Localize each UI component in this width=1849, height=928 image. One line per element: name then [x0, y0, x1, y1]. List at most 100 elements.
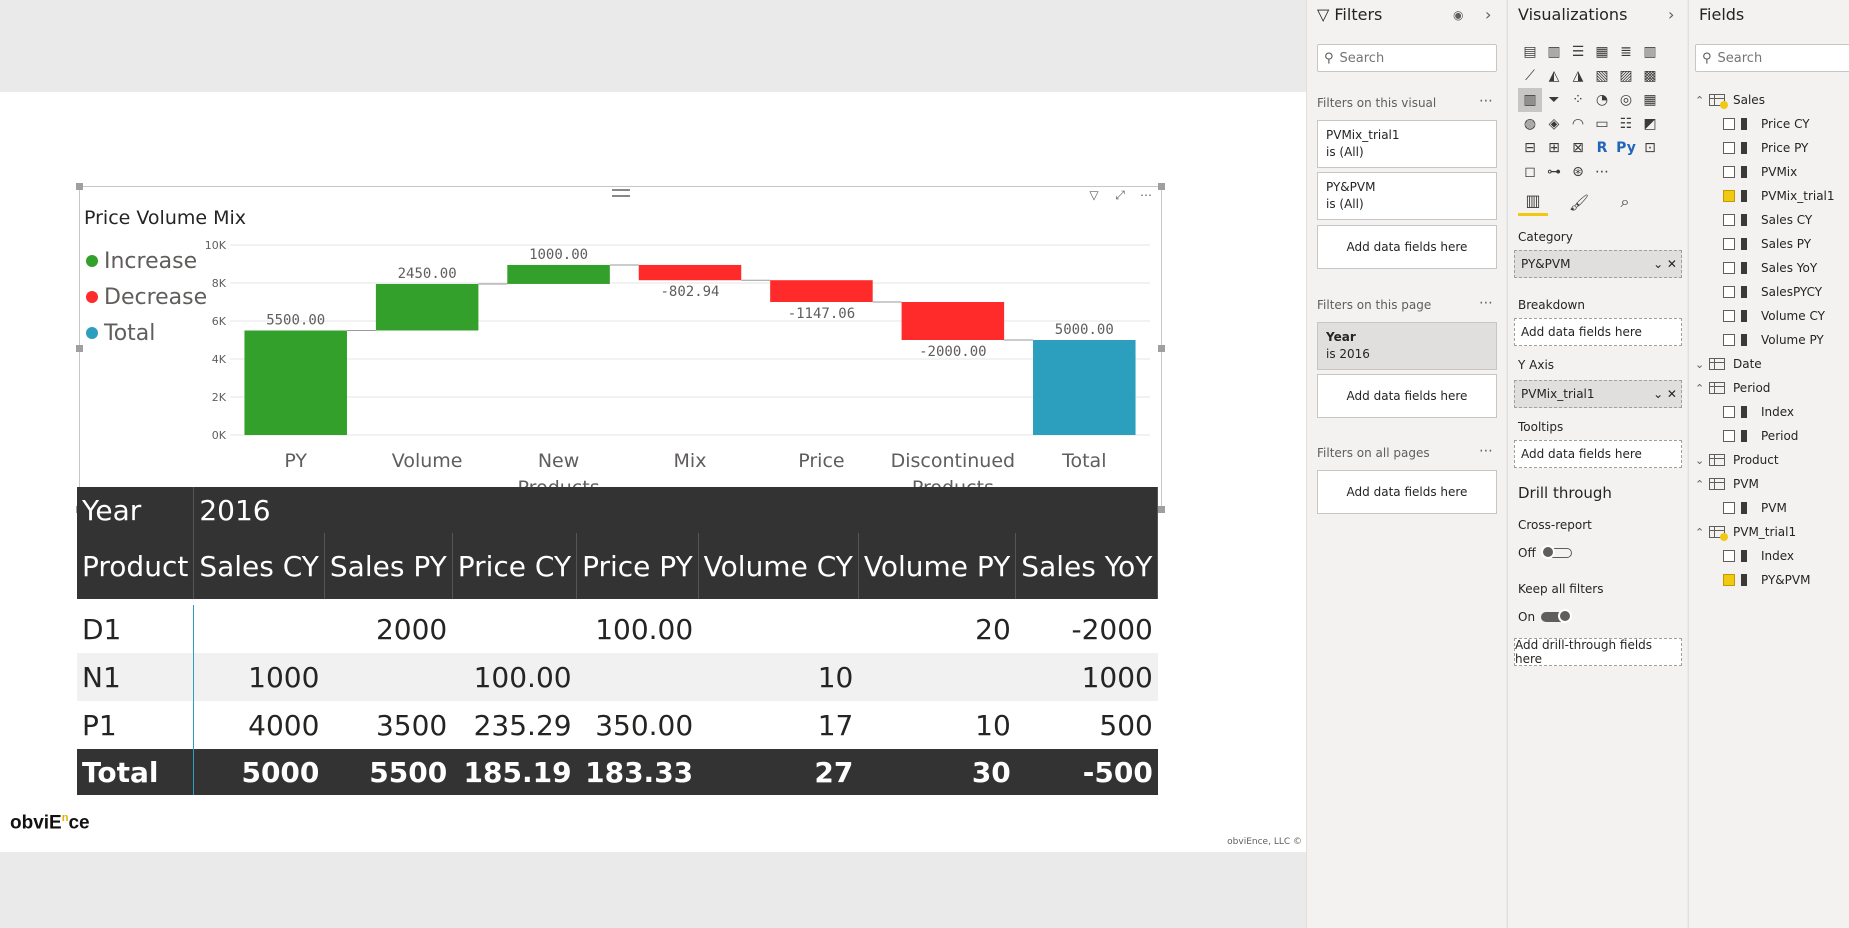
legend-item-increase[interactable]: Increase: [86, 243, 207, 279]
fields-search[interactable]: ⚲: [1695, 44, 1849, 72]
field-item[interactable]: PVM: [1695, 496, 1849, 520]
field-item[interactable]: Sales PY: [1695, 232, 1849, 256]
line-column-icon[interactable]: ▧: [1590, 64, 1614, 88]
gauge-icon[interactable]: ◠: [1566, 112, 1590, 136]
field-checkbox[interactable]: [1723, 214, 1735, 226]
stacked-column-icon[interactable]: ▥: [1542, 40, 1566, 64]
analytics-tab-icon[interactable]: ⌕: [1610, 188, 1640, 216]
drill-through-well[interactable]: Add drill-through fields here: [1514, 638, 1682, 666]
field-checkbox[interactable]: [1723, 262, 1735, 274]
treemap-icon[interactable]: ▦: [1638, 88, 1662, 112]
add-fields-drop[interactable]: Add data fields here: [1317, 374, 1497, 418]
more-options-icon[interactable]: ⋯: [1479, 295, 1493, 311]
line-stacked-column-icon[interactable]: ▨: [1614, 64, 1638, 88]
waterfall-bar[interactable]: [901, 302, 1005, 340]
drag-grip-icon[interactable]: [612, 189, 630, 197]
waterfall-bar[interactable]: [507, 264, 610, 284]
field-item[interactable]: Index: [1695, 544, 1849, 568]
field-item[interactable]: PVMix_trial1: [1695, 184, 1849, 208]
column-header[interactable]: Sales YoY: [1015, 533, 1159, 599]
more-visuals-icon[interactable]: ⋯: [1590, 160, 1614, 184]
field-item[interactable]: Volume PY: [1695, 328, 1849, 352]
filter-card-year[interactable]: Year is 2016: [1317, 322, 1497, 370]
slicer-icon[interactable]: ⊟: [1518, 136, 1542, 160]
filter-icon[interactable]: ▽: [1087, 188, 1101, 202]
field-checkbox[interactable]: [1723, 142, 1735, 154]
year-value[interactable]: 2016: [193, 487, 1159, 533]
column-header[interactable]: Product: [77, 533, 195, 599]
card-icon[interactable]: ▭: [1590, 112, 1614, 136]
resize-handle[interactable]: [1158, 506, 1165, 513]
more-options-icon[interactable]: ⋯: [1479, 443, 1493, 459]
focus-mode-icon[interactable]: ⤢: [1113, 188, 1127, 202]
field-checkbox[interactable]: [1723, 550, 1735, 562]
resize-handle[interactable]: [1158, 183, 1165, 190]
resize-handle[interactable]: [76, 345, 83, 352]
stacked-area-icon[interactable]: ◮: [1566, 64, 1590, 88]
filled-map-icon[interactable]: ◈: [1542, 112, 1566, 136]
filters-search-input[interactable]: [1339, 50, 1496, 66]
breakdown-well[interactable]: Add data fields here: [1514, 318, 1682, 346]
qna-icon[interactable]: ◻: [1518, 160, 1542, 184]
field-checkbox[interactable]: [1723, 118, 1735, 130]
field-item[interactable]: PY&PVM: [1695, 568, 1849, 592]
field-checkbox[interactable]: [1723, 502, 1735, 514]
collapse-chevron-icon[interactable]: ›: [1668, 5, 1674, 24]
field-checkbox[interactable]: [1723, 406, 1735, 418]
table-row[interactable]: N1 1000 100.00 10 1000: [77, 653, 1158, 701]
field-item[interactable]: PVMix: [1695, 160, 1849, 184]
table-node[interactable]: ⌃ PVM: [1695, 472, 1849, 496]
field-item[interactable]: Sales CY: [1695, 208, 1849, 232]
chevron-up-icon[interactable]: ⌃: [1695, 526, 1709, 539]
r-visual-icon[interactable]: R: [1590, 136, 1614, 160]
multi-row-card-icon[interactable]: ☷: [1614, 112, 1638, 136]
more-options-icon[interactable]: ⋯: [1139, 188, 1153, 202]
waterfall-bar[interactable]: [1033, 340, 1136, 435]
decomposition-tree-icon[interactable]: ⊶: [1542, 160, 1566, 184]
field-checkbox[interactable]: [1723, 574, 1735, 586]
field-item[interactable]: Price CY: [1695, 112, 1849, 136]
waterfall-bar[interactable]: [770, 280, 873, 302]
category-well[interactable]: PY&PVM ⌄ ✕: [1514, 250, 1682, 278]
fields-search-input[interactable]: [1717, 50, 1849, 66]
field-item[interactable]: SalesPYCY: [1695, 280, 1849, 304]
field-item[interactable]: Price PY: [1695, 136, 1849, 160]
scatter-icon[interactable]: ⁘: [1566, 88, 1590, 112]
field-checkbox[interactable]: [1723, 238, 1735, 250]
field-item[interactable]: Volume CY: [1695, 304, 1849, 328]
field-checkbox[interactable]: [1723, 286, 1735, 298]
ribbon-chart-icon[interactable]: ▩: [1638, 64, 1662, 88]
table-node[interactable]: ⌃ Period: [1695, 376, 1849, 400]
chevron-down-icon[interactable]: ⌄ ✕: [1653, 257, 1677, 271]
chevron-up-icon[interactable]: ⌃: [1695, 478, 1709, 491]
field-item[interactable]: Sales YoY: [1695, 256, 1849, 280]
format-tab-icon[interactable]: 🖌: [1564, 188, 1594, 216]
chevron-up-icon[interactable]: ⌃: [1695, 382, 1709, 395]
field-checkbox[interactable]: [1723, 310, 1735, 322]
map-icon[interactable]: ◍: [1518, 112, 1542, 136]
waterfall-bar[interactable]: [638, 264, 742, 281]
waterfall-bar[interactable]: [244, 330, 347, 436]
filter-card[interactable]: PVMix_trial1 is (All): [1317, 120, 1497, 168]
tooltips-well[interactable]: Add data fields here: [1514, 440, 1682, 468]
table-row[interactable]: P1 4000 3500 235.29 350.00 17 10 500: [77, 701, 1158, 749]
field-item[interactable]: Period: [1695, 424, 1849, 448]
add-fields-drop[interactable]: Add data fields here: [1317, 225, 1497, 269]
column-header[interactable]: Price CY: [452, 533, 578, 599]
100-bar-icon[interactable]: ≣: [1614, 40, 1638, 64]
column-header[interactable]: Price PY: [576, 533, 699, 599]
chevron-down-icon[interactable]: ⌄: [1695, 454, 1709, 467]
column-header[interactable]: Sales PY: [324, 533, 453, 599]
line-chart-icon[interactable]: ⟋: [1518, 64, 1542, 88]
field-checkbox[interactable]: [1723, 334, 1735, 346]
eye-icon[interactable]: ◉: [1453, 8, 1463, 22]
table-icon[interactable]: ⊞: [1542, 136, 1566, 160]
table-node[interactable]: ⌄ Date: [1695, 352, 1849, 376]
python-visual-icon[interactable]: Py: [1614, 136, 1638, 160]
waterfall-chart-icon[interactable]: ▥: [1518, 88, 1542, 112]
key-influencers-icon[interactable]: ⊡: [1638, 136, 1662, 160]
filters-search[interactable]: ⚲: [1317, 44, 1497, 72]
filter-card[interactable]: PY&PVM is (All): [1317, 172, 1497, 220]
collapse-chevron-icon[interactable]: ›: [1485, 5, 1491, 24]
funnel-icon[interactable]: ⏷: [1542, 88, 1566, 112]
